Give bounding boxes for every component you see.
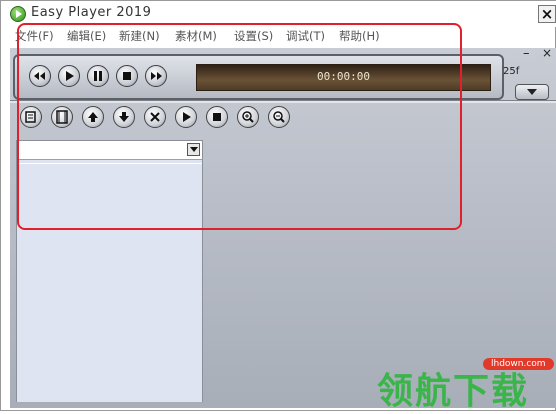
window-title: Easy Player 2019 bbox=[31, 5, 152, 20]
main-window: Easy Player 2019 × 文件(F) 编辑(E) 新建(N) 素材(… bbox=[0, 0, 556, 412]
window-close-button[interactable]: × bbox=[538, 5, 556, 23]
fps-label: 25f bbox=[503, 66, 520, 77]
highlight-annotation bbox=[17, 23, 462, 230]
app-play-icon bbox=[10, 6, 26, 22]
watermark-badge: lhdown.com bbox=[483, 358, 554, 370]
chevron-down-icon bbox=[527, 89, 537, 95]
panel-close-button[interactable]: × bbox=[542, 46, 552, 60]
panel-minimize-button[interactable]: – bbox=[523, 46, 530, 61]
panel-dropdown-button[interactable] bbox=[515, 84, 549, 100]
